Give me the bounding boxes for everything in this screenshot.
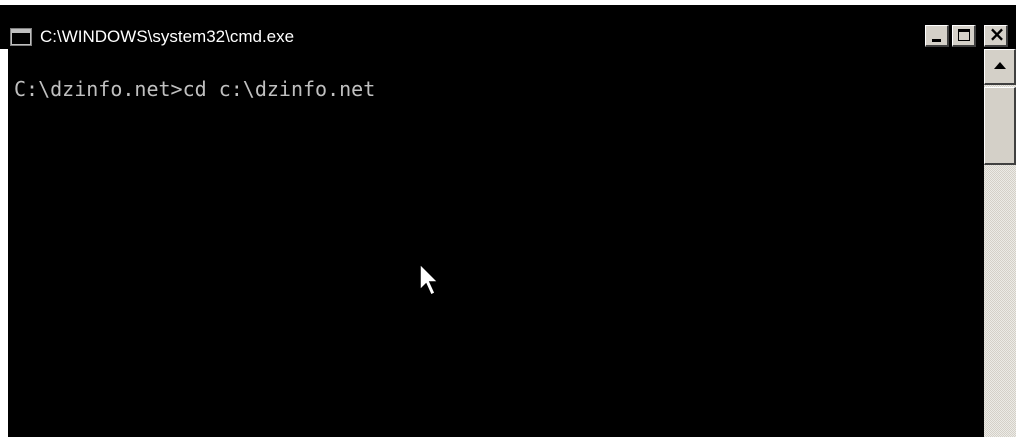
command-prompt-icon[interactable] [10, 28, 32, 46]
scroll-up-button[interactable] [984, 49, 1016, 85]
close-icon: × [988, 22, 1006, 46]
window-title: C:\WINDOWS\system32\cmd.exe [40, 27, 295, 46]
maximize-button[interactable] [952, 25, 976, 47]
minimize-button[interactable] [925, 25, 949, 47]
cmd-window: C:\WINDOWS\system32\cmd.exe × C:\dzinfo.… [0, 0, 1016, 437]
scroll-thumb[interactable] [984, 87, 1016, 165]
scroll-up-arrow-icon [994, 62, 1006, 69]
vertical-scrollbar[interactable] [984, 49, 1016, 437]
maximize-icon [958, 29, 970, 41]
command-prompt-icon-screen [12, 33, 30, 44]
title-bar[interactable]: C:\WINDOWS\system32\cmd.exe × [0, 5, 1016, 49]
mouse-pointer-icon [419, 262, 440, 297]
console-output[interactable]: C:\dzinfo.net>cd c:\dzinfo.net [8, 49, 984, 437]
close-button[interactable]: × [984, 22, 1008, 47]
console-line: C:\dzinfo.net>cd c:\dzinfo.net [14, 77, 376, 101]
minimize-icon [932, 39, 941, 42]
